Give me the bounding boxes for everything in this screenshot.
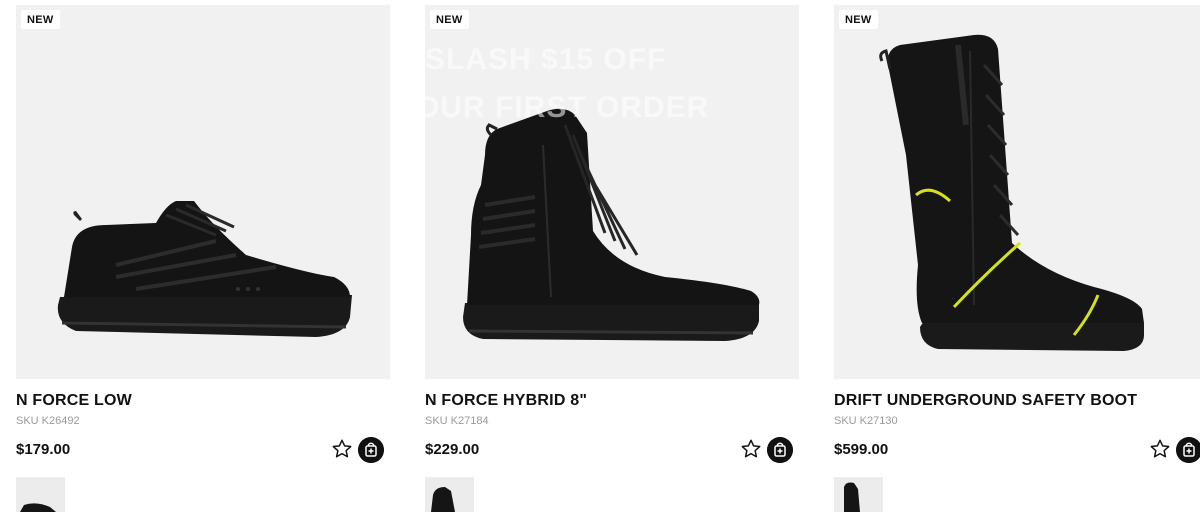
star-outline-icon[interactable]: [331, 438, 353, 460]
price-row: $599.00: [834, 437, 1200, 463]
product-name[interactable]: DRIFT UNDERGROUND SAFETY BOOT: [834, 392, 1200, 410]
next-product-image[interactable]: [834, 477, 883, 512]
product-price: $229.00: [425, 441, 480, 458]
price-row: $229.00: [425, 437, 799, 463]
product-price: $179.00: [16, 441, 71, 458]
product-name[interactable]: N FORCE HYBRID 8": [425, 392, 799, 410]
product-card[interactable]: NEW N FORCE LOW SKU K26492 $179.00: [16, 5, 390, 463]
product-card[interactable]: SLASH $15 OFF YOUR FIRST ORDER NEW N FOR…: [425, 5, 799, 463]
product-image-underground-boot[interactable]: [834, 5, 1200, 379]
product-image-box[interactable]: NEW: [16, 5, 390, 379]
new-badge: NEW: [430, 10, 469, 29]
product-sku: SKU K27184: [425, 415, 489, 427]
product-card[interactable]: NEW DRIFT UNDERGROUND SAFETY BOOT SKU K2…: [834, 5, 1200, 463]
new-badge: NEW: [839, 10, 878, 29]
product-grid: NEW N FORCE LOW SKU K26492 $179.00 SLASH…: [0, 0, 1200, 512]
faded-promo-line-1: SLASH $15 OFF: [425, 43, 667, 76]
faded-promo-line-2: YOUR FIRST ORDER: [425, 91, 710, 124]
next-product-image[interactable]: [16, 477, 65, 512]
new-badge: NEW: [21, 10, 60, 29]
star-outline-icon[interactable]: [740, 438, 762, 460]
price-row: $179.00: [16, 437, 390, 463]
star-outline-icon[interactable]: [1149, 438, 1171, 460]
product-image-box[interactable]: SLASH $15 OFF YOUR FIRST ORDER NEW: [425, 5, 799, 379]
product-name[interactable]: N FORCE LOW: [16, 392, 390, 410]
product-sku: SKU K27130: [834, 415, 898, 427]
product-sku: SKU K26492: [16, 415, 80, 427]
product-thumbnail-boot: [844, 482, 860, 512]
next-product-image[interactable]: [425, 477, 474, 512]
product-thumbnail-boot: [431, 487, 455, 512]
product-image-box[interactable]: NEW: [834, 5, 1200, 379]
shopping-bag-plus-icon[interactable]: [767, 437, 793, 463]
product-price: $599.00: [834, 441, 889, 458]
product-image-low-shoe[interactable]: [16, 5, 390, 379]
shopping-bag-plus-icon[interactable]: [1176, 437, 1200, 463]
shopping-bag-plus-icon[interactable]: [358, 437, 384, 463]
product-thumbnail-shoe: [20, 503, 56, 512]
